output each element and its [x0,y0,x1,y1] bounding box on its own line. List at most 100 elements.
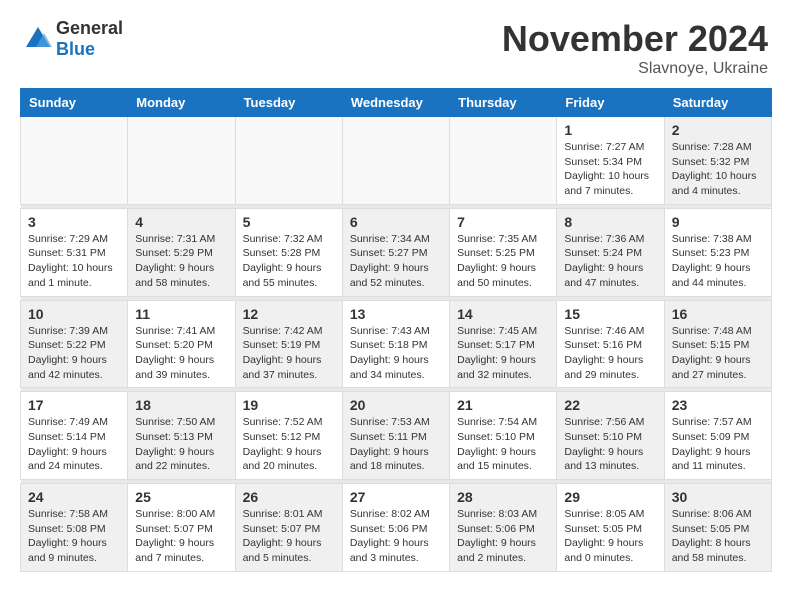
calendar-header-row: SundayMondayTuesdayWednesdayThursdayFrid… [21,89,772,117]
day-info: Sunrise: 8:03 AM Sunset: 5:06 PM Dayligh… [457,507,549,566]
calendar-week-row: 24 Sunrise: 7:58 AM Sunset: 5:08 PM Dayli… [21,484,772,572]
day-number: 2 [672,122,764,138]
day-number: 19 [243,397,335,413]
day-info: Sunrise: 7:41 AM Sunset: 5:20 PM Dayligh… [135,324,227,383]
day-number: 16 [672,306,764,322]
calendar-day [21,117,128,205]
calendar-header-saturday: Saturday [664,89,771,117]
day-number: 25 [135,489,227,505]
location: Slavnoye, Ukraine [502,60,768,78]
day-info: Sunrise: 7:58 AM Sunset: 5:08 PM Dayligh… [28,507,120,566]
day-info: Sunrise: 7:50 AM Sunset: 5:13 PM Dayligh… [135,415,227,474]
day-info: Sunrise: 7:38 AM Sunset: 5:23 PM Dayligh… [672,232,764,291]
day-number: 18 [135,397,227,413]
calendar-day [450,117,557,205]
calendar-day: 27 Sunrise: 8:02 AM Sunset: 5:06 PM Dayli… [342,484,449,572]
calendar-day: 24 Sunrise: 7:58 AM Sunset: 5:08 PM Dayli… [21,484,128,572]
calendar-day: 29 Sunrise: 8:05 AM Sunset: 5:05 PM Dayli… [557,484,664,572]
day-number: 3 [28,214,120,230]
day-number: 13 [350,306,442,322]
day-number: 20 [350,397,442,413]
calendar-week-row: 10 Sunrise: 7:39 AM Sunset: 5:22 PM Dayli… [21,300,772,388]
calendar-day: 26 Sunrise: 8:01 AM Sunset: 5:07 PM Dayli… [235,484,342,572]
calendar-day [128,117,235,205]
day-info: Sunrise: 7:28 AM Sunset: 5:32 PM Dayligh… [672,140,764,199]
calendar-day: 3 Sunrise: 7:29 AM Sunset: 5:31 PM Daylig… [21,208,128,296]
logo-blue-text: Blue [56,39,123,60]
calendar-wrapper: SundayMondayTuesdayWednesdayThursdayFrid… [0,88,792,582]
day-info: Sunrise: 8:06 AM Sunset: 5:05 PM Dayligh… [672,507,764,566]
calendar-header-wednesday: Wednesday [342,89,449,117]
day-info: Sunrise: 7:48 AM Sunset: 5:15 PM Dayligh… [672,324,764,383]
calendar-day: 30 Sunrise: 8:06 AM Sunset: 5:05 PM Dayli… [664,484,771,572]
calendar-table: SundayMondayTuesdayWednesdayThursdayFrid… [20,88,772,572]
day-number: 24 [28,489,120,505]
day-number: 14 [457,306,549,322]
logo-general-text: General [56,18,123,39]
day-number: 11 [135,306,227,322]
day-info: Sunrise: 7:36 AM Sunset: 5:24 PM Dayligh… [564,232,656,291]
calendar-day: 28 Sunrise: 8:03 AM Sunset: 5:06 PM Dayli… [450,484,557,572]
calendar-day: 1Sunrise: 7:27 AM Sunset: 5:34 PM Daylig… [557,117,664,205]
calendar-day: 18 Sunrise: 7:50 AM Sunset: 5:13 PM Dayli… [128,392,235,480]
logo-icon [24,25,52,53]
day-info: Sunrise: 8:05 AM Sunset: 5:05 PM Dayligh… [564,507,656,566]
day-number: 1 [564,122,656,138]
day-info: Sunrise: 7:54 AM Sunset: 5:10 PM Dayligh… [457,415,549,474]
day-number: 22 [564,397,656,413]
calendar-header-monday: Monday [128,89,235,117]
calendar-day: 13Sunrise: 7:43 AM Sunset: 5:18 PM Dayli… [342,300,449,388]
day-info: Sunrise: 8:02 AM Sunset: 5:06 PM Dayligh… [350,507,442,566]
day-number: 29 [564,489,656,505]
day-number: 10 [28,306,120,322]
calendar-header-tuesday: Tuesday [235,89,342,117]
calendar-header-sunday: Sunday [21,89,128,117]
calendar-header-thursday: Thursday [450,89,557,117]
calendar-week-row: 3 Sunrise: 7:29 AM Sunset: 5:31 PM Daylig… [21,208,772,296]
day-number: 21 [457,397,549,413]
calendar-day: 16 Sunrise: 7:48 AM Sunset: 5:15 PM Dayli… [664,300,771,388]
calendar-day: 12Sunrise: 7:42 AM Sunset: 5:19 PM Dayli… [235,300,342,388]
day-number: 30 [672,489,764,505]
day-info: Sunrise: 7:42 AM Sunset: 5:19 PM Dayligh… [243,324,335,383]
day-info: Sunrise: 7:57 AM Sunset: 5:09 PM Dayligh… [672,415,764,474]
calendar-day: 25Sunrise: 8:00 AM Sunset: 5:07 PM Dayli… [128,484,235,572]
day-number: 28 [457,489,549,505]
day-number: 5 [243,214,335,230]
calendar-day: 20Sunrise: 7:53 AM Sunset: 5:11 PM Dayli… [342,392,449,480]
day-number: 8 [564,214,656,230]
calendar-day [235,117,342,205]
day-number: 17 [28,397,120,413]
day-number: 23 [672,397,764,413]
day-info: Sunrise: 7:31 AM Sunset: 5:29 PM Dayligh… [135,232,227,291]
day-info: Sunrise: 7:46 AM Sunset: 5:16 PM Dayligh… [564,324,656,383]
day-info: Sunrise: 7:35 AM Sunset: 5:25 PM Dayligh… [457,232,549,291]
calendar-day: 7Sunrise: 7:35 AM Sunset: 5:25 PM Daylig… [450,208,557,296]
day-number: 27 [350,489,442,505]
calendar-day: 21 Sunrise: 7:54 AM Sunset: 5:10 PM Dayli… [450,392,557,480]
calendar-day: 6 Sunrise: 7:34 AM Sunset: 5:27 PM Daylig… [342,208,449,296]
day-number: 6 [350,214,442,230]
day-number: 4 [135,214,227,230]
calendar-day: 17 Sunrise: 7:49 AM Sunset: 5:14 PM Dayli… [21,392,128,480]
day-info: Sunrise: 7:49 AM Sunset: 5:14 PM Dayligh… [28,415,120,474]
calendar-day: 9Sunrise: 7:38 AM Sunset: 5:23 PM Daylig… [664,208,771,296]
day-info: Sunrise: 7:32 AM Sunset: 5:28 PM Dayligh… [243,232,335,291]
day-info: Sunrise: 8:01 AM Sunset: 5:07 PM Dayligh… [243,507,335,566]
calendar-day: 22 Sunrise: 7:56 AM Sunset: 5:10 PM Dayli… [557,392,664,480]
day-info: Sunrise: 7:34 AM Sunset: 5:27 PM Dayligh… [350,232,442,291]
calendar-day: 19Sunrise: 7:52 AM Sunset: 5:12 PM Dayli… [235,392,342,480]
day-info: Sunrise: 7:56 AM Sunset: 5:10 PM Dayligh… [564,415,656,474]
day-info: Sunrise: 7:45 AM Sunset: 5:17 PM Dayligh… [457,324,549,383]
calendar-day: 14 Sunrise: 7:45 AM Sunset: 5:17 PM Dayli… [450,300,557,388]
calendar-day: 11 Sunrise: 7:41 AM Sunset: 5:20 PM Dayli… [128,300,235,388]
calendar-header-friday: Friday [557,89,664,117]
day-info: Sunrise: 7:29 AM Sunset: 5:31 PM Dayligh… [28,232,120,291]
calendar-day: 23 Sunrise: 7:57 AM Sunset: 5:09 PM Dayli… [664,392,771,480]
day-info: Sunrise: 7:39 AM Sunset: 5:22 PM Dayligh… [28,324,120,383]
calendar-week-row: 1Sunrise: 7:27 AM Sunset: 5:34 PM Daylig… [21,117,772,205]
calendar-day: 15 Sunrise: 7:46 AM Sunset: 5:16 PM Dayli… [557,300,664,388]
day-number: 15 [564,306,656,322]
day-number: 26 [243,489,335,505]
calendar-week-row: 17 Sunrise: 7:49 AM Sunset: 5:14 PM Dayli… [21,392,772,480]
